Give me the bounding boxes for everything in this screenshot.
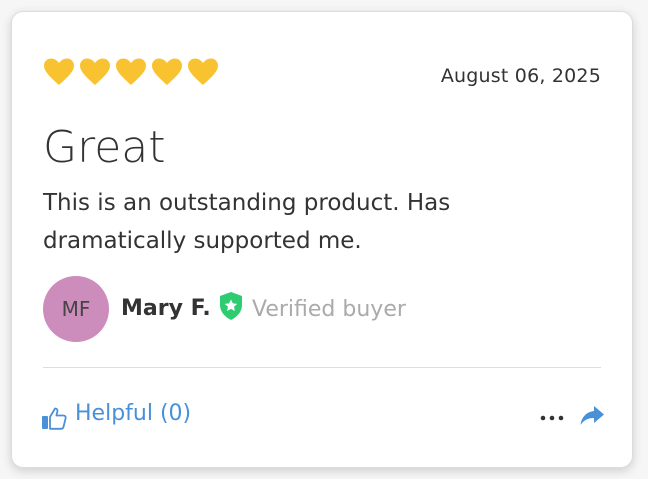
- rating-hearts: [43, 57, 223, 87]
- heart-icon: [151, 57, 183, 87]
- review-card: August 06, 2025 Great This is an outstan…: [11, 11, 633, 468]
- review-date: August 06, 2025: [440, 65, 601, 87]
- ellipsis-icon: [540, 415, 564, 421]
- review-title: Great: [43, 122, 166, 173]
- divider: [43, 367, 601, 368]
- avatar: MF: [43, 276, 109, 342]
- more-options-button[interactable]: [538, 408, 568, 424]
- share-icon: [580, 406, 604, 425]
- thumbs-up-icon: [41, 406, 67, 430]
- helpful-label: Helpful (0): [75, 401, 192, 426]
- verified-buyer-label: Verified buyer: [252, 297, 406, 322]
- share-button[interactable]: [579, 405, 605, 427]
- review-header: August 06, 2025: [43, 57, 601, 89]
- reviewer-name: Mary F.: [121, 296, 211, 321]
- verified-shield-icon: [218, 291, 244, 321]
- heart-icon: [43, 57, 75, 87]
- heart-icon: [187, 57, 219, 87]
- heart-icon: [79, 57, 111, 87]
- heart-icon: [115, 57, 147, 87]
- review-body: This is an outstanding product. Has dram…: [43, 190, 451, 254]
